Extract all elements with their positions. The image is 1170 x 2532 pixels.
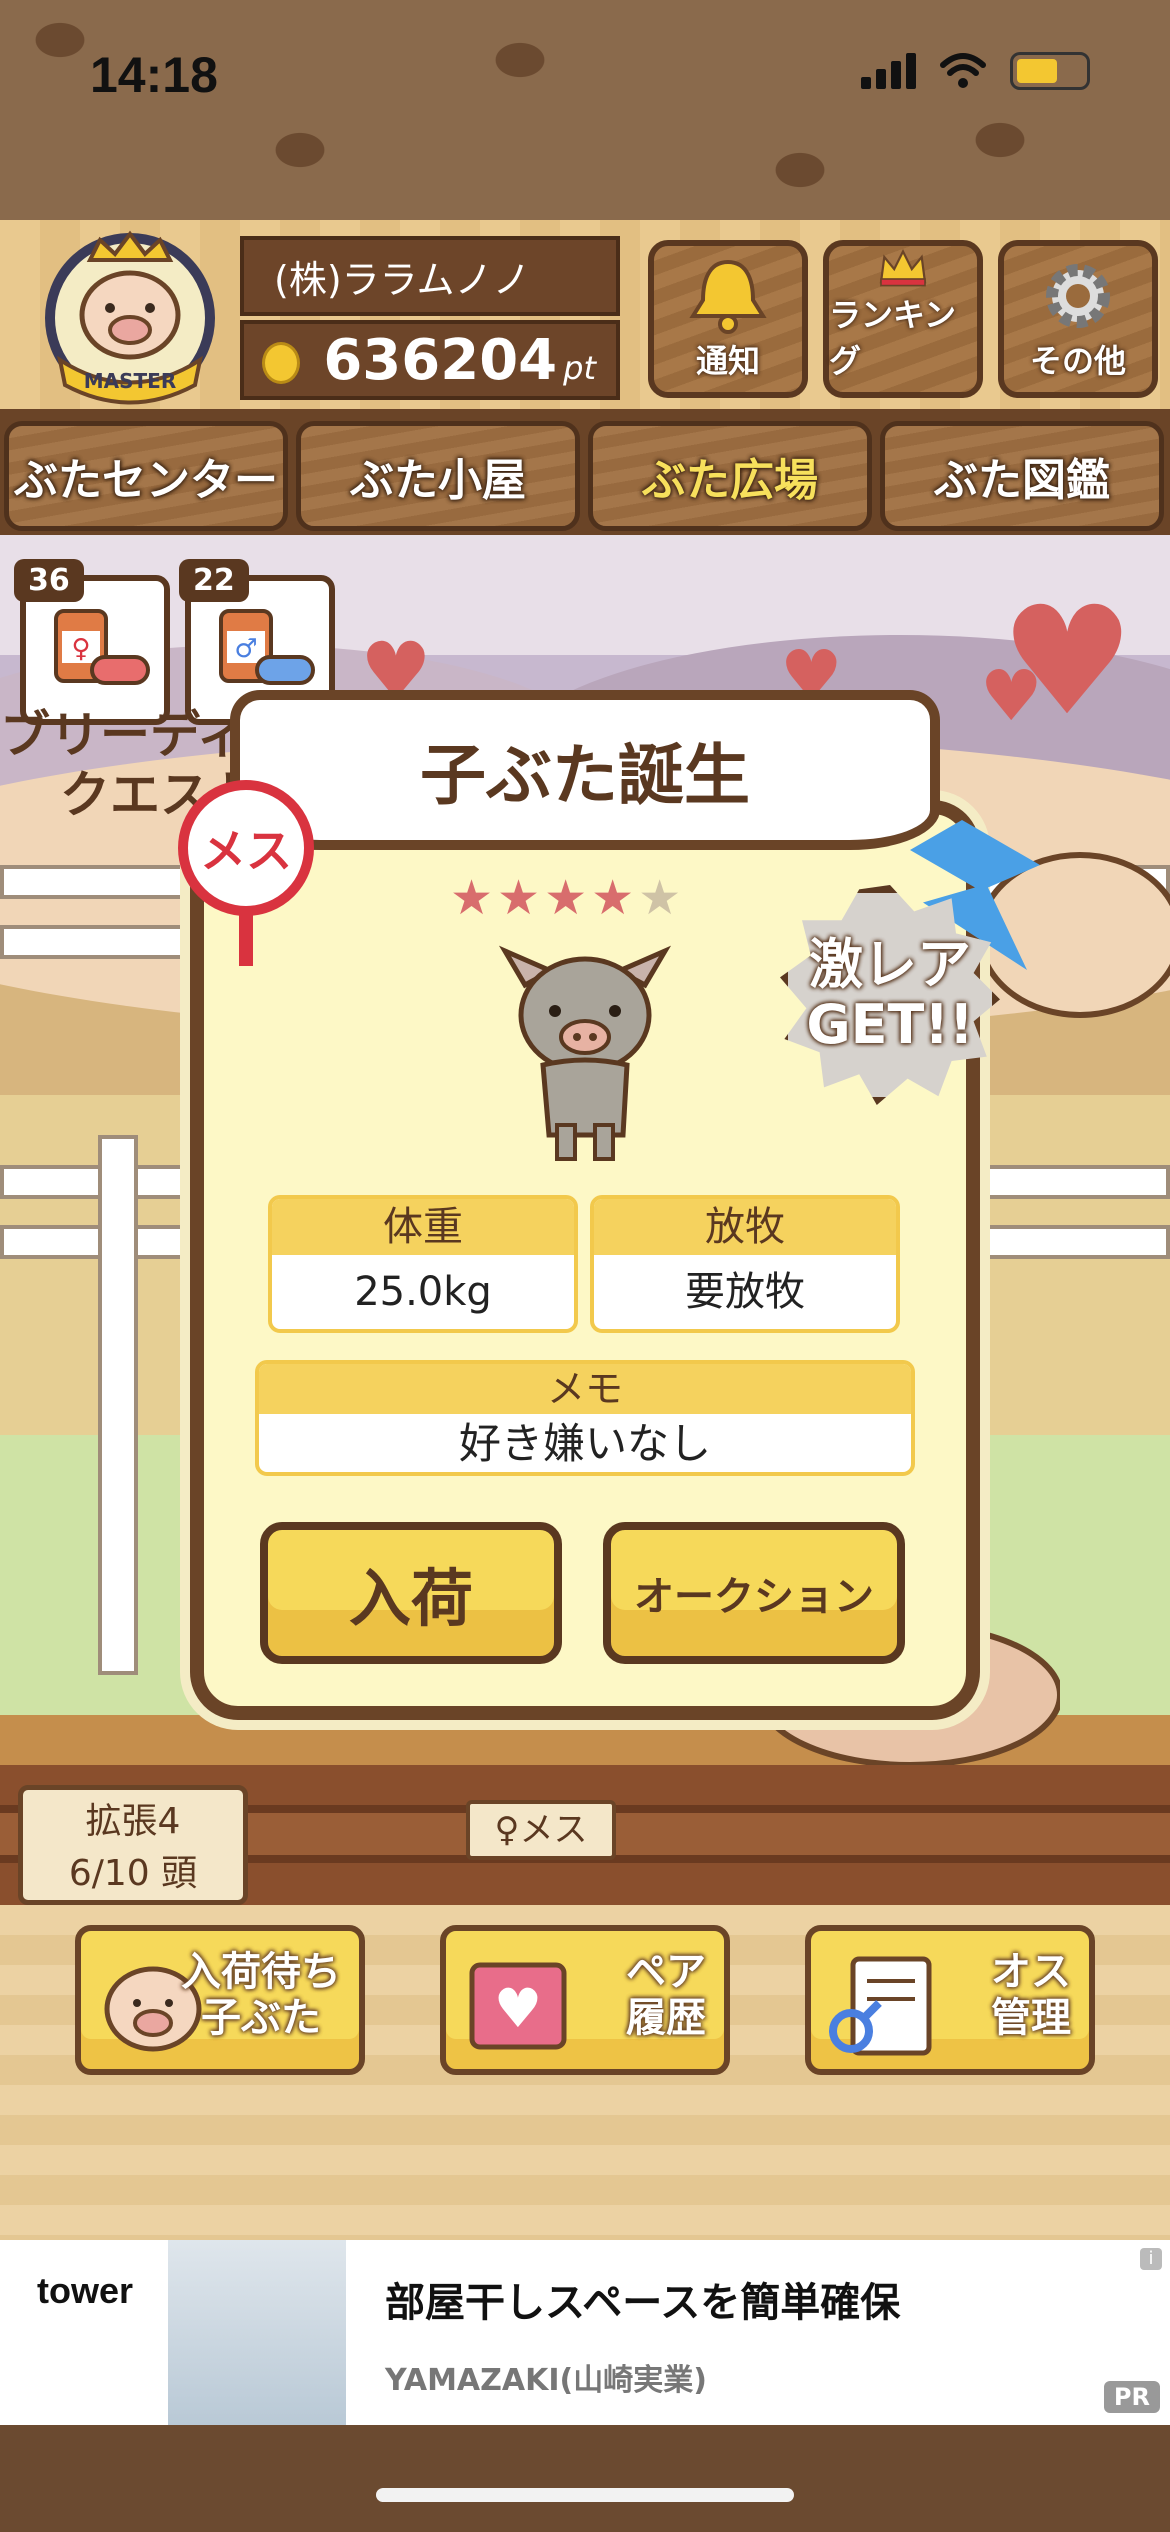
- home-indicator[interactable]: [376, 2488, 794, 2502]
- ad-product-image: [168, 2240, 346, 2425]
- company-name: (株)ララムノノ: [240, 236, 620, 316]
- main-nav: ぶたセンター ぶた小屋 ぶた広場 ぶた図鑑: [0, 415, 1170, 535]
- ranking-button[interactable]: ランキング: [823, 240, 983, 398]
- accept-button[interactable]: 入荷: [260, 1522, 562, 1664]
- tab-buta-encyclopedia[interactable]: ぶた図鑑: [880, 421, 1164, 531]
- svg-text:♥: ♥: [494, 1977, 542, 2040]
- piglet-illustration: [498, 945, 672, 1161]
- status-bar: 14:18: [0, 0, 1170, 220]
- star-icon: ★: [544, 870, 592, 926]
- male-management-line2: 管理: [991, 1995, 1071, 2041]
- points-unit: pt: [563, 349, 596, 387]
- memo-card: メモ 好き嫌いなし: [255, 1360, 915, 1476]
- svg-text:♀: ♀: [71, 634, 90, 664]
- bell-icon: [689, 259, 767, 334]
- pen-capacity: 6/10 頭: [68, 1853, 198, 1894]
- waiting-piglets-line2: 子ぶた: [201, 1995, 321, 2041]
- star-icon: ★: [497, 870, 545, 926]
- svg-text:♂: ♂: [234, 634, 257, 664]
- ad-pr-badge: PR: [1103, 2381, 1160, 2413]
- notification-label: 通知: [695, 342, 760, 380]
- memo-label: メモ: [259, 1364, 911, 1414]
- tab-buta-plaza[interactable]: ぶた広場: [588, 421, 872, 531]
- points-display: 636204 pt: [240, 320, 620, 400]
- weight-label: 体重: [272, 1199, 574, 1255]
- waiting-piglets-button[interactable]: 入荷待ち 子ぶた: [75, 1925, 365, 2075]
- ad-brand-logo: tower: [20, 2270, 150, 2410]
- gear-icon: [1046, 264, 1110, 328]
- ad-title: 部屋干しスペースを簡単確保: [385, 2280, 901, 2326]
- auction-button[interactable]: オークション: [603, 1522, 905, 1664]
- rare-line2: GET!!: [806, 993, 974, 1056]
- male-item-count: 22: [179, 559, 249, 602]
- ad-banner[interactable]: tower 部屋干しスペースを簡単確保 YAMAZAKI(山崎実業) PR i: [0, 2240, 1170, 2425]
- tab-buta-hut[interactable]: ぶた小屋: [296, 421, 580, 531]
- wifi-icon: [940, 53, 986, 88]
- weight-value: 25.0kg: [354, 1269, 492, 1315]
- rarity-stars: ★★★★★: [450, 870, 685, 926]
- star-icon: ★: [591, 870, 639, 926]
- pair-history-line2: 履歴: [626, 1995, 706, 2041]
- grazing-card: 放牧 要放牧: [590, 1195, 900, 1333]
- game-header: MASTER (株)ララムノノ 636204 pt 通知 ランキング その他: [0, 220, 1170, 415]
- notification-button[interactable]: 通知: [648, 240, 808, 398]
- grazing-value: 要放牧: [685, 1269, 805, 1315]
- pair-history-button[interactable]: ♥ ペア 履歴: [440, 1925, 730, 2075]
- tab-buta-center[interactable]: ぶたセンター: [4, 421, 288, 531]
- ranking-label: ランキング: [829, 296, 957, 380]
- male-management-button[interactable]: オス 管理: [805, 1925, 1095, 2075]
- pair-history-line1: ペア: [626, 1949, 706, 1995]
- weight-card: 体重 25.0kg: [268, 1195, 578, 1333]
- other-label: その他: [1029, 342, 1126, 380]
- star-icon: ★: [450, 870, 498, 926]
- crown-icon: [879, 249, 927, 287]
- star-icon: ★: [638, 870, 686, 926]
- waiting-piglets-line1: 入荷待ち: [181, 1949, 341, 1995]
- footer-background: [0, 2425, 1170, 2532]
- heart-tree-icon: ♥: [980, 655, 1043, 737]
- memo-value: 好き嫌いなし: [458, 1419, 711, 1468]
- male-document-icon: [829, 1956, 932, 2056]
- female-gender-badge: メス: [178, 780, 314, 916]
- coin-icon: [262, 342, 300, 384]
- grazing-label: 放牧: [594, 1199, 896, 1255]
- master-badge-avatar[interactable]: MASTER: [30, 230, 230, 410]
- pen-expand-sign: 拡張4 6/10 頭: [18, 1785, 248, 1905]
- female-item-count: 36: [14, 559, 84, 602]
- dialog-title-banner: 子ぶた誕生: [230, 690, 940, 850]
- bottom-panel: 入荷待ち 子ぶた ♥ ペア 履歴 オス 管理: [0, 1905, 1170, 2240]
- ad-advertiser: YAMAZAKI(山崎実業): [385, 2363, 707, 2398]
- male-management-line1: オス: [991, 1949, 1071, 1995]
- points-value: 636204: [323, 327, 558, 393]
- ad-info-icon[interactable]: i: [1140, 2248, 1162, 2270]
- rare-line1: 激レア: [809, 933, 971, 996]
- female-pen-sign: ♀メス: [466, 1800, 616, 1860]
- dialog-title: 子ぶた誕生: [420, 737, 750, 814]
- cellular-signal-icon: [861, 53, 916, 89]
- gender-label: メス: [200, 824, 292, 878]
- ad-brand: tower: [36, 2270, 133, 2311]
- expand-level: 拡張4: [85, 1801, 181, 1842]
- status-time: 14:18: [90, 47, 218, 103]
- other-button[interactable]: その他: [998, 240, 1158, 398]
- battery-icon: [1010, 52, 1090, 90]
- female-item-slot[interactable]: 36 ♀: [14, 559, 170, 725]
- status-icons: [861, 52, 1090, 90]
- badge-text: MASTER: [84, 369, 177, 393]
- heart-book-icon: ♥: [469, 1962, 567, 2050]
